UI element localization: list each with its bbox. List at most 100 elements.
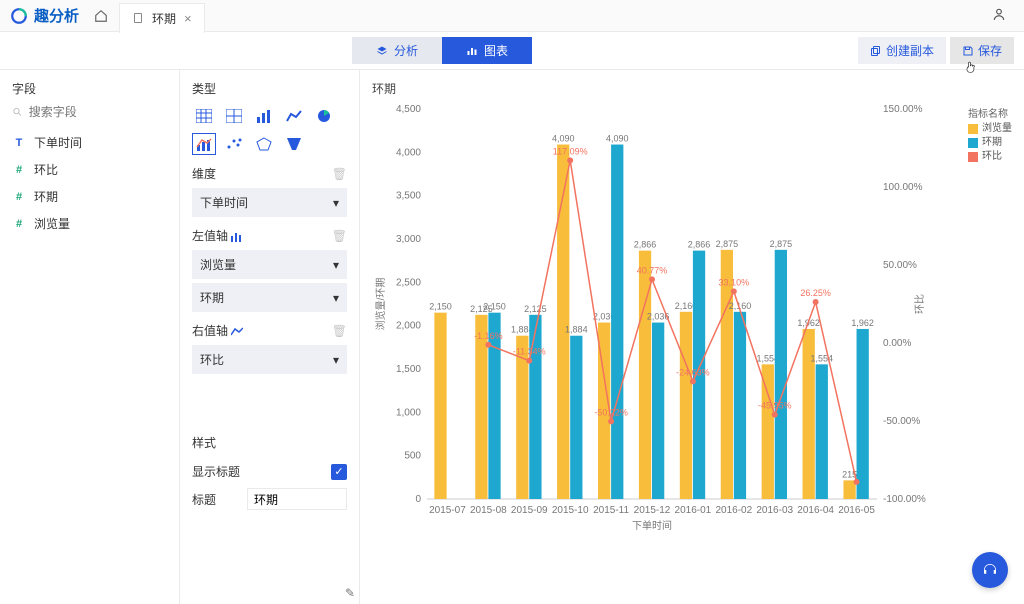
- svg-text:4,500: 4,500: [396, 104, 421, 115]
- chart-icon: [466, 45, 478, 57]
- svg-text:-45.95%: -45.95%: [758, 401, 792, 411]
- headset-icon: [981, 561, 999, 579]
- chart-type-table[interactable]: [192, 105, 216, 127]
- svg-text:2016-04: 2016-04: [797, 505, 834, 516]
- chart-type-combo[interactable]: [192, 133, 216, 155]
- chart-type-line[interactable]: [282, 105, 306, 127]
- svg-text:环比: 环比: [914, 294, 926, 314]
- field-type-icon: #: [12, 191, 26, 203]
- svg-text:2015-12: 2015-12: [634, 505, 671, 516]
- main: 字段 T下单时间#环比#环期#浏览量 类型 维度🗑 下单时间▾ 左值轴 🗑 浏览…: [0, 70, 1024, 604]
- view-chart-button[interactable]: 图表: [442, 37, 532, 64]
- chart-type-pivot[interactable]: [222, 105, 246, 127]
- field-item[interactable]: #环比: [12, 156, 167, 183]
- search-icon: [12, 106, 23, 118]
- legend-item[interactable]: 环期: [968, 136, 1012, 150]
- svg-text:2,000: 2,000: [396, 321, 421, 332]
- user-menu[interactable]: [974, 7, 1024, 24]
- bar-icon: [231, 232, 243, 242]
- legend-swatch: [968, 152, 978, 162]
- right-actions: 创建副本 保存: [858, 37, 1014, 64]
- svg-text:2016-02: 2016-02: [715, 505, 752, 516]
- tab-title: 环期: [152, 10, 176, 27]
- show-title-checkbox[interactable]: ✓: [331, 464, 347, 480]
- svg-text:1,962: 1,962: [851, 318, 874, 328]
- svg-text:-50.22%: -50.22%: [594, 407, 628, 417]
- chart-type-funnel[interactable]: [282, 133, 306, 155]
- legend-label: 浏览量: [982, 122, 1012, 136]
- action-bar: 分析 图表 创建副本 保存: [0, 32, 1024, 70]
- legend-swatch: [968, 124, 978, 134]
- chart-svg: 05001,0001,5002,0002,5003,0003,5004,0004…: [372, 99, 1012, 569]
- caret-down-icon: ▾: [333, 258, 339, 272]
- app-name: 趣分析: [34, 5, 79, 26]
- view-analyze-button[interactable]: 分析: [352, 37, 442, 64]
- field-item[interactable]: # 环期: [12, 183, 167, 210]
- svg-text:-50.00%: -50.00%: [883, 416, 920, 427]
- dimension-label: 维度: [192, 165, 216, 182]
- svg-text:2,150: 2,150: [429, 302, 452, 312]
- left-axis-section: 左值轴 🗑 浏览量▾ 环期▾: [192, 227, 347, 312]
- fields-search-input[interactable]: [29, 105, 167, 119]
- tab-close-button[interactable]: ×: [184, 11, 192, 26]
- layers-icon: [376, 45, 388, 57]
- help-fab[interactable]: [972, 552, 1008, 588]
- title-input[interactable]: [247, 488, 347, 510]
- svg-text:100.00%: 100.00%: [883, 182, 923, 193]
- chart-type-grid: [192, 105, 347, 155]
- left-axis-clear[interactable]: 🗑: [332, 229, 347, 243]
- svg-text:1,000: 1,000: [396, 407, 421, 418]
- save-icon: [962, 45, 974, 57]
- field-item[interactable]: #浏览量: [12, 210, 167, 237]
- app-logo: 趣分析: [0, 5, 89, 26]
- svg-text:2016-05: 2016-05: [838, 505, 875, 516]
- chart-type-pie[interactable]: [312, 105, 336, 127]
- svg-text:-24.63%: -24.63%: [676, 367, 710, 377]
- left-axis-select-0[interactable]: 浏览量▾: [192, 250, 347, 279]
- open-tab[interactable]: 环期 ×: [119, 3, 205, 33]
- style-section: 样式 显示标题 ✓ 标题: [192, 434, 347, 514]
- svg-text:2016-01: 2016-01: [675, 505, 712, 516]
- topbar: 趣分析 环期 ×: [0, 0, 1024, 32]
- home-button[interactable]: [89, 4, 113, 28]
- field-label: 环期: [34, 188, 58, 205]
- save-button[interactable]: 保存: [950, 37, 1014, 64]
- dimension-select[interactable]: 下单时间▾: [192, 188, 347, 217]
- caret-down-icon: ▾: [333, 196, 339, 210]
- left-axis-label: 左值轴: [192, 229, 228, 243]
- chart-panel: 环期 05001,0001,5002,0002,5003,0003,5004,0…: [360, 70, 1024, 604]
- svg-text:3,500: 3,500: [396, 191, 421, 202]
- line-icon: [231, 327, 243, 337]
- chart-title: 环期: [372, 80, 1012, 97]
- chart-type-radar[interactable]: [252, 133, 276, 155]
- field-item[interactable]: T下单时间: [12, 129, 167, 156]
- home-icon: [94, 9, 108, 23]
- right-axis-clear[interactable]: 🗑: [332, 324, 347, 338]
- field-label: 浏览量: [34, 215, 70, 232]
- save-label: 保存: [978, 42, 1002, 59]
- fields-panel: 字段 T下单时间#环比#环期#浏览量: [0, 70, 180, 604]
- legend-swatch: [968, 138, 978, 148]
- right-axis-select-0[interactable]: 环比▾: [192, 345, 347, 374]
- svg-text:117.09%: 117.09%: [553, 146, 588, 156]
- chart-type-scatter[interactable]: [222, 133, 246, 155]
- svg-text:下单时间: 下单时间: [632, 519, 672, 532]
- field-label: 环比: [34, 161, 58, 178]
- right-axis-label: 右值轴: [192, 324, 228, 338]
- svg-text:500: 500: [404, 451, 421, 462]
- legend-item[interactable]: 浏览量: [968, 122, 1012, 136]
- svg-text:0.00%: 0.00%: [883, 338, 911, 349]
- user-icon: [992, 7, 1006, 21]
- fields-search[interactable]: [12, 105, 167, 119]
- legend-item[interactable]: 环比: [968, 150, 1012, 164]
- svg-text:3,000: 3,000: [396, 234, 421, 245]
- create-copy-button[interactable]: 创建副本: [858, 37, 946, 64]
- legend-label: 环比: [982, 150, 1002, 164]
- edit-icon[interactable]: ✎: [345, 586, 355, 600]
- svg-text:2,500: 2,500: [396, 277, 421, 288]
- dimension-clear[interactable]: 🗑: [332, 167, 347, 181]
- chart-type-bar[interactable]: [252, 105, 276, 127]
- create-copy-label: 创建副本: [886, 42, 934, 59]
- left-axis-select-1[interactable]: 环期▾: [192, 283, 347, 312]
- legend-label: 环期: [982, 136, 1002, 150]
